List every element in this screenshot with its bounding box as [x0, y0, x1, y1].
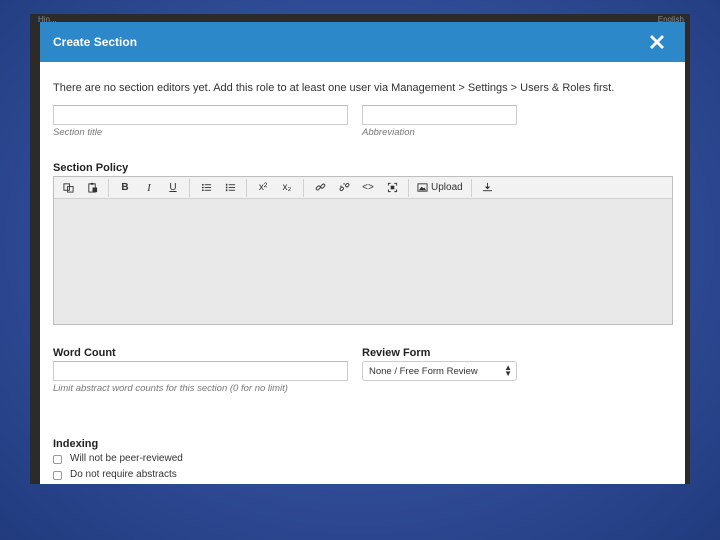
dialog-title: Create Section [53, 35, 138, 49]
upload-group: Upload [413, 178, 472, 197]
link-group: <> [308, 178, 409, 197]
upload-button[interactable]: Upload [413, 179, 467, 197]
word-count-label: Word Count [53, 347, 116, 359]
script-group: x² x₂ [251, 178, 304, 197]
superscript-icon[interactable]: x² [251, 179, 275, 197]
paste-icon[interactable] [80, 179, 104, 197]
format-group: B I U [113, 178, 190, 197]
word-count-hint: Limit abstract word counts for this sect… [53, 383, 288, 394]
peer-reviewed-label: Will not be peer-reviewed [70, 453, 183, 464]
section-policy-editor: B I U x² x₂ <> Upload [53, 176, 673, 325]
select-arrows-icon: ▲ ▼ [504, 363, 512, 378]
subscript-icon[interactable]: x₂ [275, 179, 299, 197]
italic-icon[interactable]: I [137, 179, 161, 197]
abbreviation-hint: Abbreviation [362, 127, 415, 138]
underline-icon[interactable]: U [161, 179, 185, 197]
peer-reviewed-checkbox[interactable] [53, 455, 62, 464]
link-icon[interactable] [308, 179, 332, 197]
word-count-input[interactable] [53, 361, 348, 381]
dialog-header: Create Section [40, 22, 685, 62]
bullet-list-icon[interactable] [194, 179, 218, 197]
insert-group [476, 179, 504, 197]
review-form-selected: None / Free Form Review [369, 366, 478, 377]
abstracts-label: Do not require abstracts [70, 469, 177, 480]
upload-label: Upload [431, 182, 463, 193]
create-section-dialog: Create Section There are no section edit… [40, 22, 685, 484]
abstracts-checkbox[interactable] [53, 471, 62, 480]
editor-toolbar: B I U x² x₂ <> Upload [54, 177, 672, 199]
section-policy-label: Section Policy [53, 162, 129, 174]
close-icon[interactable] [647, 32, 667, 52]
download-icon[interactable] [476, 179, 500, 197]
section-editors-notice: There are no section editors yet. Add th… [53, 82, 615, 94]
clipboard-group [56, 178, 109, 197]
indexing-label: Indexing [53, 438, 99, 450]
list-group [194, 178, 247, 197]
image-icon [417, 183, 428, 192]
section-title-hint: Section title [53, 127, 103, 138]
unlink-icon[interactable] [332, 179, 356, 197]
review-form-select[interactable]: None / Free Form Review ▲ ▼ [362, 361, 517, 381]
numbered-list-icon[interactable] [218, 179, 242, 197]
section-policy-textarea[interactable] [54, 199, 672, 324]
abbreviation-input[interactable] [362, 105, 517, 125]
code-icon[interactable]: <> [356, 179, 380, 197]
review-form-label: Review Form [362, 347, 431, 359]
fullscreen-icon[interactable] [380, 179, 404, 197]
copy-icon[interactable] [56, 179, 80, 197]
bold-icon[interactable]: B [113, 179, 137, 197]
section-title-input[interactable] [53, 105, 348, 125]
